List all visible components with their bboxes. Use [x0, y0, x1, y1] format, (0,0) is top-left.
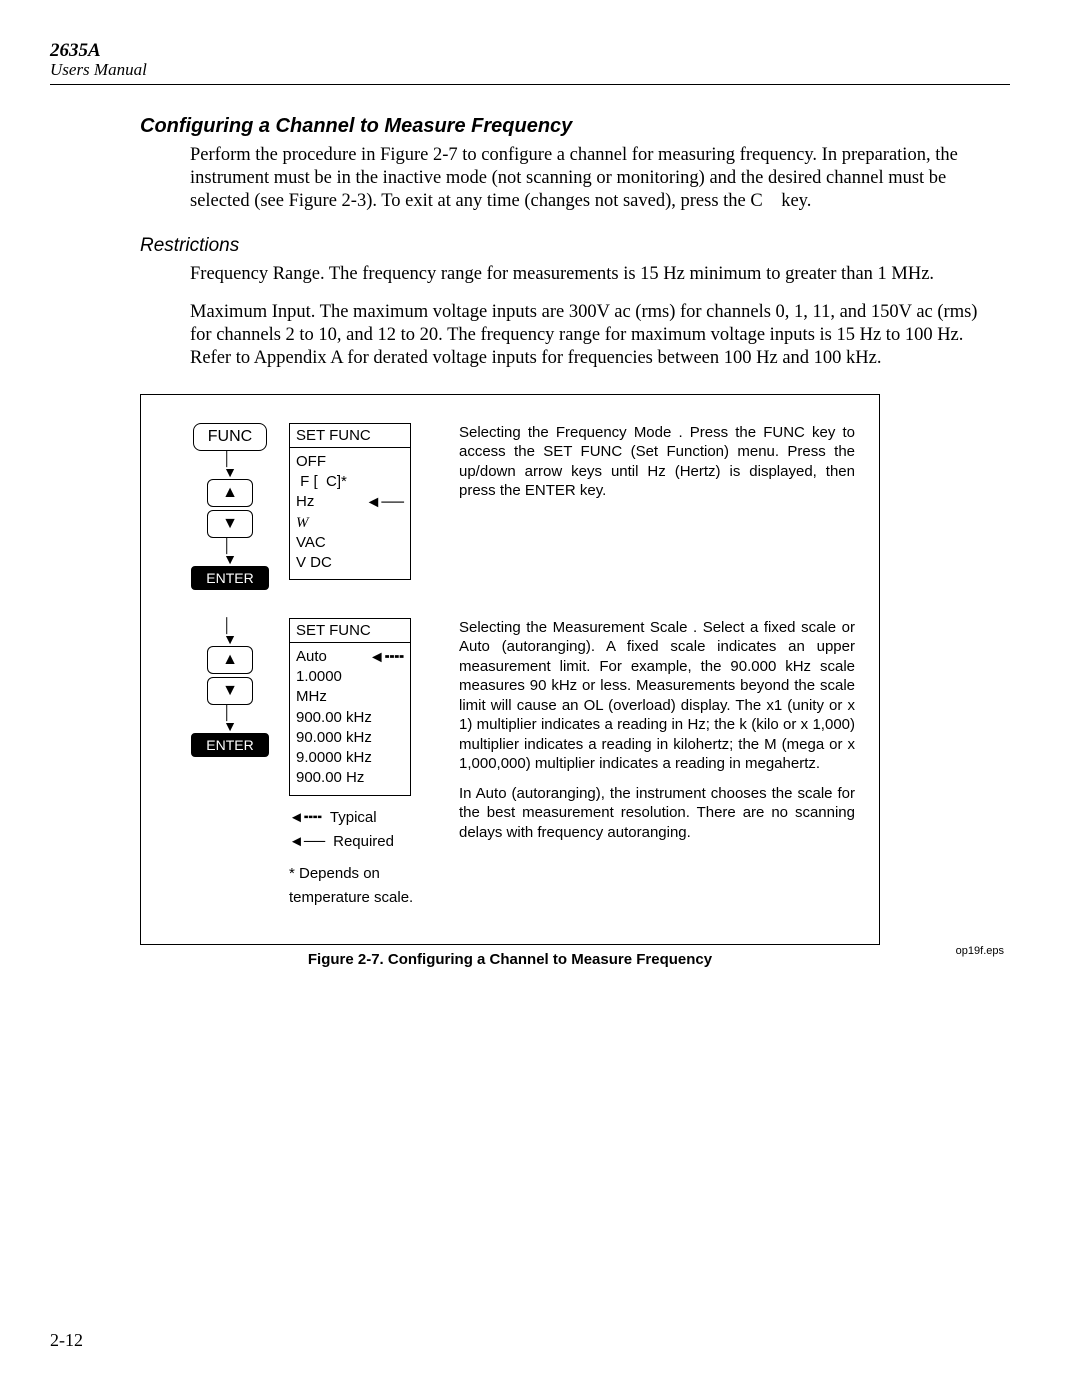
arrow-down-icon: │▼ [223, 451, 237, 479]
menu2-item: 900.00 kHz [296, 708, 404, 728]
menu1-item: VAC [296, 533, 404, 553]
down-arrow-key: ▼ [207, 677, 253, 705]
page-number: 2-12 [50, 1330, 83, 1351]
menu1-item: W [296, 513, 404, 533]
step1-description: Selecting the Frequency Mode . Press the… [429, 423, 855, 501]
pointer-left-dashed-icon: ◄╍╍ [289, 806, 322, 830]
menu2-item: Auto◄╍╍ [296, 647, 404, 667]
flow-column-1: FUNC │▼ ▲ ▼ │▼ ENTER [165, 423, 295, 590]
menu2-header: SET FUNC [290, 619, 410, 643]
menu2-item: 90.000 kHz [296, 728, 404, 748]
legend-required: ◄── Required [289, 830, 429, 854]
restrictions-p1: Frequency Range. The frequency range for… [190, 263, 990, 286]
page: 2635A Users Manual Configuring a Channel… [0, 0, 1080, 1397]
page-header: 2635A Users Manual [50, 40, 1010, 80]
legend-typical: ◄╍╍ Typical [289, 806, 429, 830]
section-title: Configuring a Channel to Measure Frequen… [140, 115, 1010, 138]
menu1-item: OFF [296, 452, 404, 472]
arrow-down-icon: │▼ [223, 538, 237, 566]
menu1-header: SET FUNC [290, 424, 410, 448]
enter-key: ENTER [191, 566, 269, 590]
step2-description-a: Selecting the Measurement Scale . Select… [459, 618, 855, 774]
step-1: FUNC │▼ ▲ ▼ │▼ ENTER SET FUNC OFF F [ C]… [165, 423, 855, 590]
eps-filename: op19f.eps [956, 945, 1004, 957]
pointer-left-icon: ◄── [365, 492, 404, 514]
up-arrow-key: ▲ [207, 479, 253, 507]
menu-2-and-legend: SET FUNC Auto◄╍╍ 1.0000 MHz 900.00 kHz 9… [289, 618, 429, 910]
figure-caption: Figure 2-7. Configuring a Channel to Mea… [140, 951, 880, 968]
down-arrow-key: ▼ [207, 510, 253, 538]
step2-description-b: In Auto (autoranging), the instrument ch… [459, 784, 855, 843]
restrictions-p2: Maximum Input. The maximum voltage input… [190, 301, 990, 370]
updown-keys: ▲ ▼ [207, 646, 253, 705]
flow-column-2: │▼ ▲ ▼ │▼ ENTER [165, 618, 295, 757]
legend: ◄╍╍ Typical ◄── Required * Depends on te… [289, 806, 429, 910]
updown-keys: ▲ ▼ [207, 479, 253, 538]
menu2-item: 1.0000 MHz [296, 667, 404, 708]
pointer-left-dashed-icon: ◄╍╍ [369, 647, 404, 669]
menu1-body: OFF F [ C]* Hz◄── W VAC V DC [290, 448, 410, 580]
header-model: 2635A [50, 40, 1010, 62]
menu-1: SET FUNC OFF F [ C]* Hz◄── W VAC V DC [289, 423, 429, 581]
step-2: │▼ ▲ ▼ │▼ ENTER SET FUNC Auto◄╍╍ 1.0000 … [165, 618, 855, 910]
pointer-left-icon: ◄── [289, 830, 325, 854]
menu1-item: F [ C]* [296, 472, 404, 492]
restrictions-title: Restrictions [140, 235, 1010, 257]
arrow-down-icon: │▼ [223, 618, 237, 646]
header-rule [50, 84, 1010, 85]
up-arrow-key: ▲ [207, 646, 253, 674]
func-key: FUNC [193, 423, 267, 451]
menu1-item: Hz◄── [296, 492, 404, 512]
menu2-item: 900.00 Hz [296, 768, 404, 788]
menu2-body: Auto◄╍╍ 1.0000 MHz 900.00 kHz 90.000 kHz… [290, 643, 410, 795]
menu1-item: V DC [296, 553, 404, 573]
section-body: Perform the procedure in Figure 2-7 to c… [190, 144, 990, 213]
menu2-item: 9.0000 kHz [296, 748, 404, 768]
step2-description-col: Selecting the Measurement Scale . Select… [429, 618, 855, 843]
legend-note: * Depends on temperature scale. [289, 862, 449, 910]
enter-key: ENTER [191, 733, 269, 757]
arrow-down-icon: │▼ [223, 705, 237, 733]
header-subtitle: Users Manual [50, 60, 1010, 80]
procedure-figure: FUNC │▼ ▲ ▼ │▼ ENTER SET FUNC OFF F [ C]… [140, 394, 880, 945]
